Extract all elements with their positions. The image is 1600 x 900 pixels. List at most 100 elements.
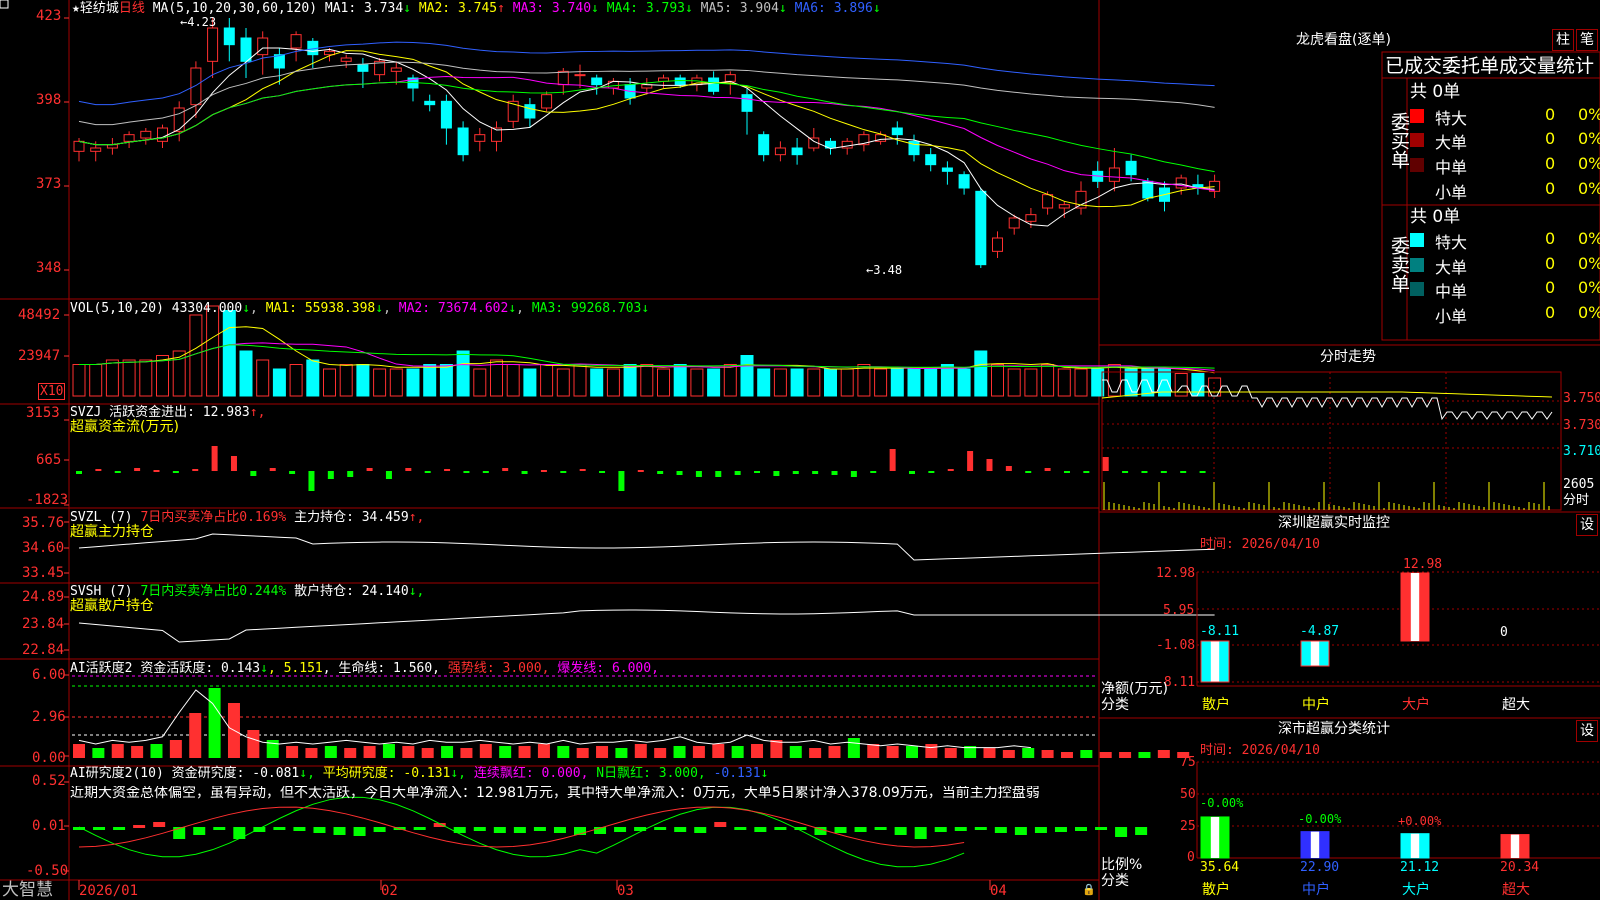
lock-icon[interactable]: 🔒 [1082, 882, 1096, 897]
volume-bar [773, 368, 787, 397]
activity-bar [150, 744, 163, 758]
sell-row: 特大00% [1410, 229, 1600, 252]
candle-up [541, 94, 553, 109]
realtime-title: 深圳超赢实时监控 [1278, 515, 1390, 531]
moving-average-line [78, 50, 1215, 208]
activity-bar [731, 746, 744, 758]
activity-bar [557, 746, 570, 758]
activity-bar [847, 738, 860, 758]
category-bar-shine [1210, 816, 1220, 858]
category-value: 21.12 [1400, 860, 1440, 875]
candle-down [591, 77, 603, 86]
fund-flow-bar [269, 468, 276, 471]
price-tick: 348 [36, 260, 62, 276]
realtime-value: 0 [1500, 625, 1508, 640]
category-value: 35.64 [1200, 860, 1240, 875]
candle-up [90, 147, 102, 152]
category-change: +0.00% [1398, 814, 1442, 828]
research-bar [914, 827, 927, 839]
fund-flow-bar [792, 471, 799, 474]
category-value: 20.34 [1500, 860, 1540, 875]
volume-bar [673, 364, 687, 397]
stroke-mode-button[interactable]: 笔 [1576, 29, 1598, 51]
volume-bar [239, 350, 253, 397]
fund-flow-bar [1025, 471, 1032, 473]
chart-canvas[interactable] [0, 0, 1600, 900]
volume-bar [907, 368, 921, 397]
activity-bar [925, 744, 938, 758]
color-swatch [1410, 282, 1424, 296]
realtime-category: 散户 [1202, 697, 1230, 713]
svsh-tick: 22.84 [22, 642, 65, 658]
realtime-tick: -1.08 [1156, 638, 1196, 653]
svsh-tick: 24.89 [22, 589, 65, 605]
period-label[interactable]: 日线 [119, 1, 145, 16]
candle-down [424, 100, 436, 106]
research-bar [533, 827, 546, 831]
svzj-tick: -1823 [26, 492, 69, 508]
fund-flow-bar [850, 471, 857, 477]
candlestick-series [73, 18, 1221, 268]
realtime-value: -8.11 [1200, 624, 1240, 639]
volume-bar [657, 368, 670, 397]
column-mode-button[interactable]: 柱 [1552, 29, 1574, 51]
volume-bar [540, 364, 554, 397]
realtime-category: 中户 [1302, 697, 1330, 713]
volume-bar [640, 364, 654, 397]
activity-bar [789, 746, 802, 758]
fund-flow-bar [908, 471, 915, 474]
fund-flow-bar [715, 471, 722, 477]
activity-bar [479, 744, 492, 758]
research-bar [153, 822, 166, 827]
minute-title: 分时走势 [1320, 349, 1376, 365]
volume-bar [289, 364, 303, 397]
activity-bar [247, 730, 260, 758]
category-change: -0.00% [1200, 796, 1244, 810]
ma2-value: MA2: 3.745↑ [418, 1, 505, 16]
category-label: 大户 [1402, 882, 1430, 898]
research-bar [333, 827, 346, 835]
research-bar [113, 827, 126, 830]
volume-bar [423, 364, 437, 397]
research-bar [213, 827, 226, 830]
activity-bar [111, 744, 124, 758]
research-bar [854, 827, 867, 832]
category-settings-button[interactable]: 设 [1576, 720, 1598, 742]
candle-down [1142, 180, 1154, 199]
volume-bar [490, 359, 503, 397]
candle-down [758, 134, 770, 156]
sell-side-label: 委卖单 [1388, 236, 1410, 293]
volume-bar [206, 305, 220, 397]
brand-logo: 大智慧 [2, 880, 53, 900]
category-time: 时间: 2026/04/10 [1200, 743, 1320, 758]
price-tick: 423 [36, 8, 62, 24]
category-change: -0.00% [1298, 812, 1342, 826]
volume-bar [890, 368, 904, 397]
category-label: 中户 [1302, 882, 1330, 898]
activity-bar [208, 688, 221, 758]
research-bar [1034, 827, 1047, 833]
color-swatch [1410, 158, 1424, 172]
volume-bar [623, 364, 637, 397]
stock-name[interactable]: 轻纺城 [80, 1, 119, 16]
fund-flow-bar [1083, 471, 1090, 473]
main-holding-line [78, 533, 1215, 561]
fund-flow-bar [1044, 468, 1051, 471]
volume-bar [456, 350, 470, 397]
candle-up [1025, 214, 1037, 222]
candle-up [73, 140, 85, 152]
activity-bar [905, 746, 918, 758]
ai-research-tick: -0.50 [26, 863, 69, 879]
category-tick: 50 [1180, 787, 1196, 802]
fund-flow-bar [947, 469, 954, 471]
fund-flow-bar [1160, 471, 1167, 473]
fund-flow-bar [444, 469, 451, 471]
activity-bar [169, 740, 182, 758]
realtime-settings-button[interactable]: 设 [1576, 514, 1598, 536]
vol-tick: 48492 [18, 307, 61, 323]
research-bar [774, 827, 787, 830]
category-bar-shine [1310, 831, 1320, 858]
research-bar [834, 827, 847, 833]
activity-bar [305, 748, 318, 758]
svzj-subtitle: 超赢资金流(万元) [70, 419, 179, 435]
